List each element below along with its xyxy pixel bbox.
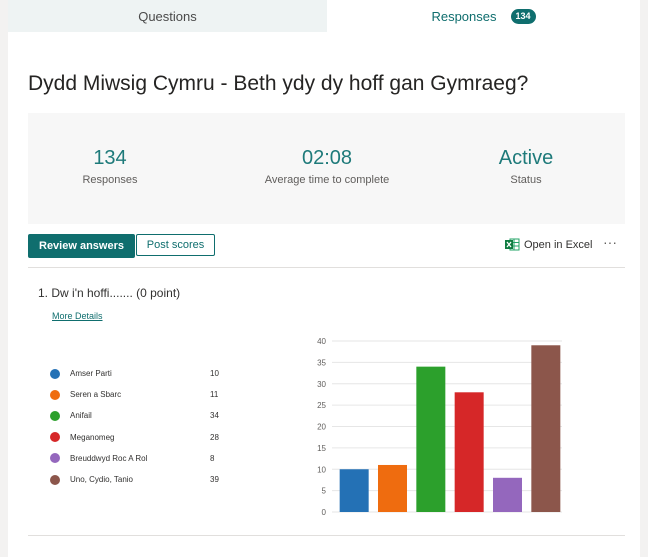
tab-bar: Questions Responses 134 [8,0,640,32]
bar[interactable] [416,366,446,512]
tab-responses[interactable]: Responses 134 [327,0,640,32]
question-title: 1. Dw i'n hoffi....... (0 point) [38,286,180,300]
responses-label: Responses [82,174,138,186]
stat-average-time: 02:08 Average time to complete [247,146,407,186]
legend-count: 11 [210,390,219,400]
question-number: 1. [38,286,49,300]
y-tick-label: 0 [322,508,327,517]
legend-color-dot [50,432,60,443]
bar-chart: 0 5 10 15 20 25 30 35 40 [317,337,562,517]
legend-count: 34 [210,411,219,421]
bar[interactable] [378,464,407,512]
average-time-label: Average time to complete [264,174,390,186]
legend-count: 28 [210,432,219,442]
y-tick-label: 40 [317,337,326,346]
legend-color-dot [50,474,60,485]
chart-legend: Amser Parti 10 Seren a Sbarc 11 Anifail 34 Meg… [50,363,230,490]
review-answers-button[interactable]: Review answers [28,234,135,258]
responses-panel: Dydd Miwsig Cymru - Beth ydy dy hoff gan… [8,32,640,557]
legend-item: Breuddwyd Roc A Rol 8 [50,448,230,469]
more-details-link[interactable]: More Details [52,311,103,321]
tab-responses-label: Responses [431,8,497,24]
average-time-value: 02:08 [301,147,353,169]
legend-color-dot [50,389,60,400]
legend-count: 10 [210,369,219,379]
bar[interactable] [531,345,561,512]
legend-item: Meganomeg 28 [50,427,230,448]
legend-label: Meganomeg [70,432,115,442]
y-tick-label: 30 [317,380,326,389]
form-title: Dydd Miwsig Cymru - Beth ydy dy hoff gan… [28,72,529,95]
y-tick-label: 5 [322,487,327,496]
legend-label: Breuddwyd Roc A Rol [70,453,148,463]
legend-label: Seren a Sbarc [70,390,122,400]
legend-color-dot [50,368,60,379]
stat-responses: 134 Responses [60,146,160,186]
legend-item: Amser Parti 10 [50,363,230,384]
post-scores-button[interactable]: Post scores [136,234,215,256]
bar[interactable] [454,392,484,512]
question-text: Dw i'n hoffi....... (0 point) [51,286,181,300]
legend-item: Seren a Sbarc 11 [50,384,230,405]
status-value: Active [498,147,554,169]
legend-count: 8 [210,453,215,463]
responses-count: 134 [93,147,127,169]
open-in-excel-button[interactable]: Open in Excel [505,238,592,251]
bar[interactable] [339,469,369,512]
y-tick-label: 25 [317,401,326,410]
legend-label: Anifail [70,411,92,421]
excel-icon [505,238,520,251]
y-tick-label: 35 [317,358,326,367]
tab-questions-label: Questions [138,8,197,24]
legend-color-dot [50,453,60,464]
legend-count: 39 [210,475,219,485]
divider [28,267,625,268]
y-tick-label: 15 [317,444,326,453]
bar[interactable] [493,477,522,512]
legend-label: Uno, Cydio, Tanio [70,475,133,485]
legend-item: Anifail 34 [50,405,230,426]
legend-color-dot [50,410,60,421]
y-tick-label: 10 [317,465,326,474]
summary-card: 134 Responses 02:08 Average time to comp… [28,113,625,224]
more-options-icon[interactable]: ··· [600,232,620,252]
stat-status: Active Status [476,146,576,186]
y-tick-label: 20 [317,423,326,432]
open-in-excel-label: Open in Excel [524,238,593,251]
status-label: Status [510,174,542,186]
divider [28,535,625,536]
legend-item: Uno, Cydio, Tanio 39 [50,469,230,490]
responses-count-badge: 134 [510,8,536,24]
tab-questions[interactable]: Questions [8,0,327,32]
legend-label: Amser Parti [70,369,112,379]
